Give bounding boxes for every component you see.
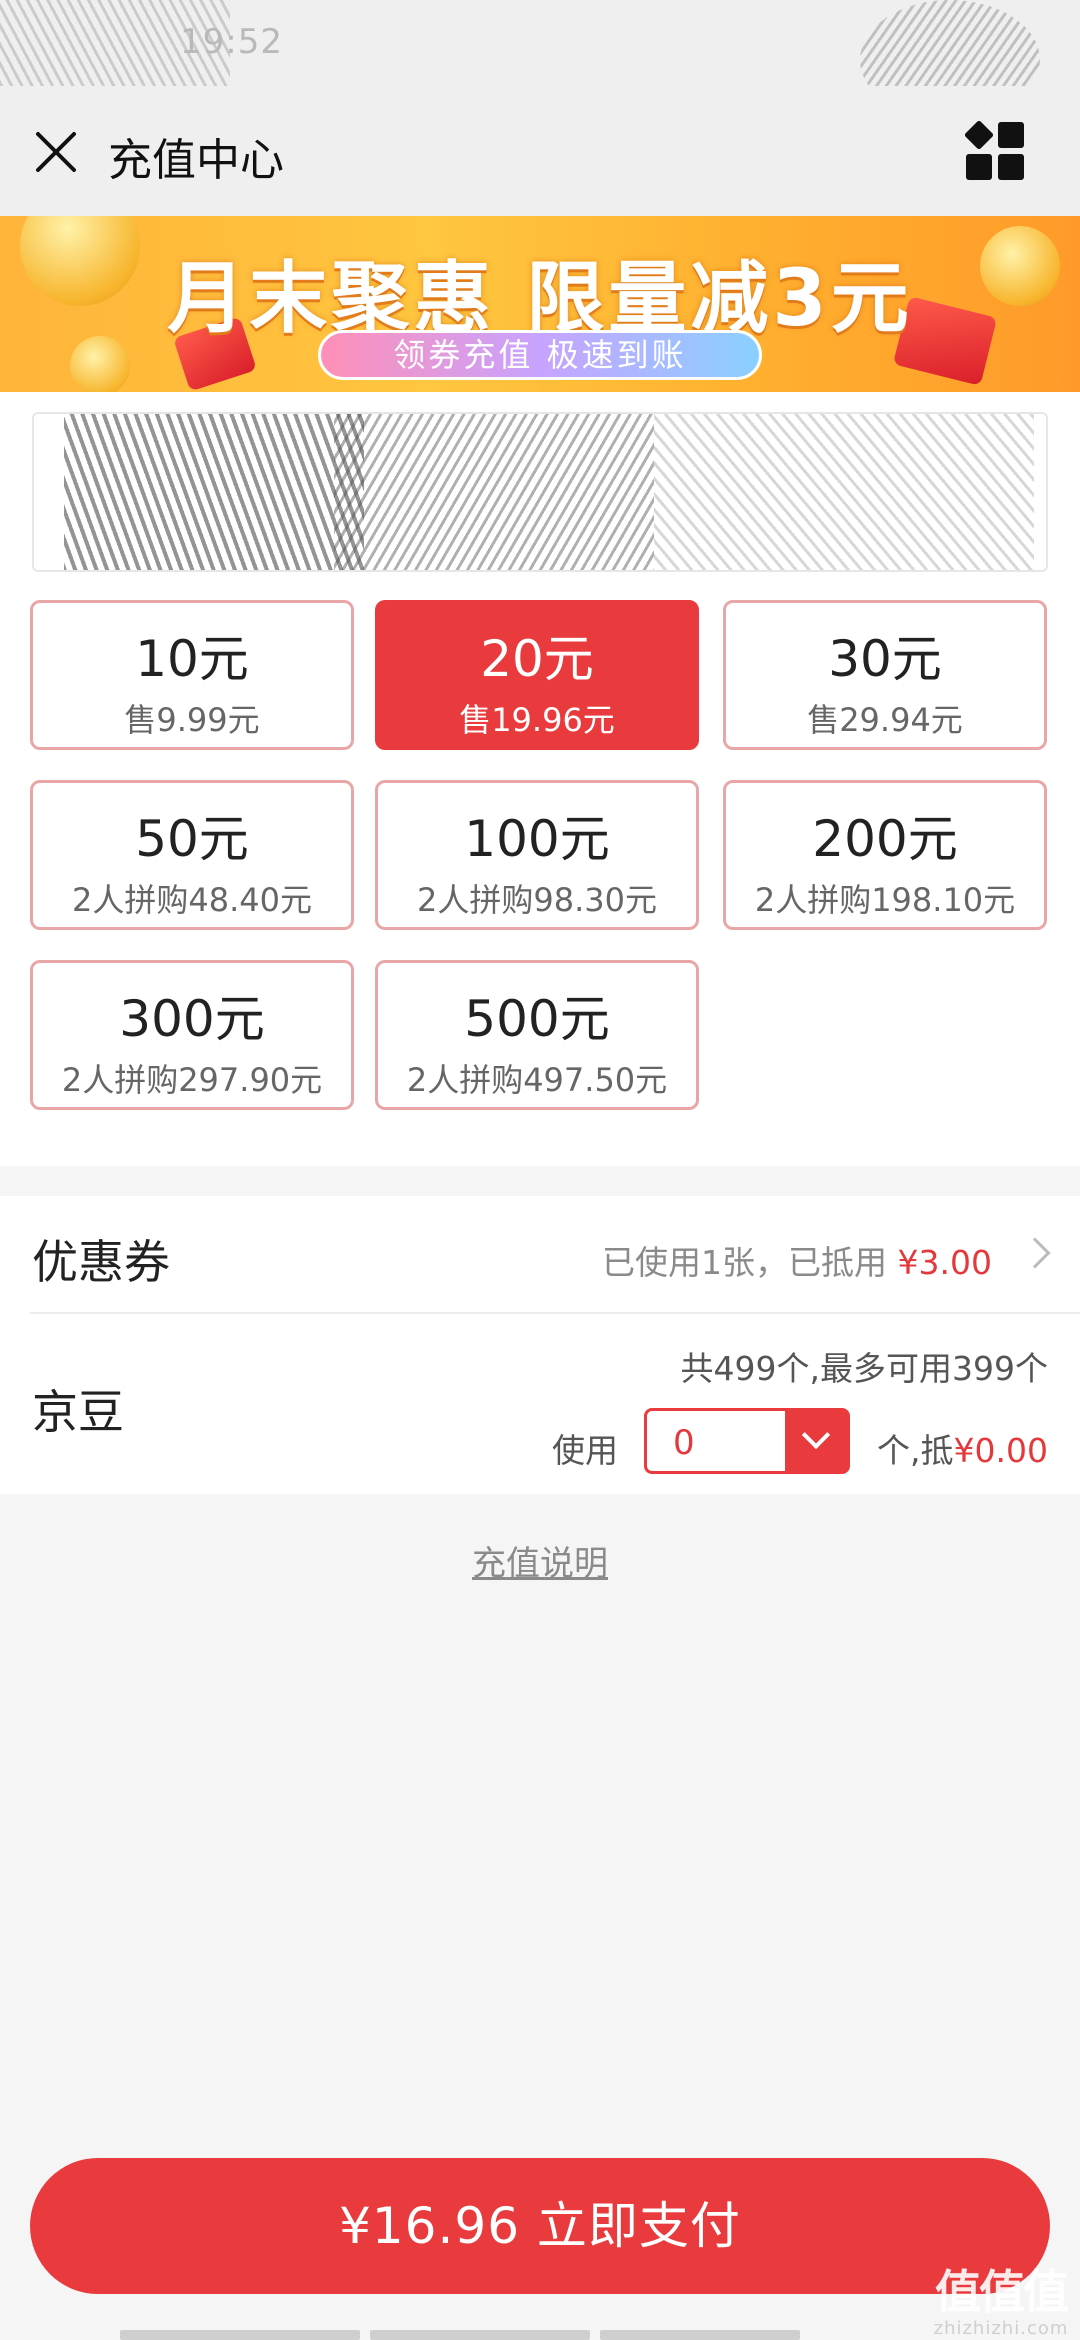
banner-tagline: 领券充值 极速到账 (318, 330, 762, 380)
watermark-logo: 值值值 zhizhizhi.com (928, 2256, 1074, 2339)
amount-face-value: 200元 (812, 810, 958, 868)
amount-face-value: 30元 (828, 630, 942, 688)
recharge-panel: 10元 售9.99元 20元 售19.96元 30元 售29.94元 50元 2… (0, 392, 1080, 1166)
jingdou-label: 京豆 (32, 1385, 124, 1439)
amount-option-30[interactable]: 30元 售29.94元 (723, 600, 1047, 750)
divider (30, 1312, 1080, 1314)
amount-price: 2人拼购98.30元 (417, 881, 657, 919)
close-button[interactable] (28, 124, 84, 180)
amount-face-value: 300元 (119, 990, 265, 1048)
amount-option-50[interactable]: 50元 2人拼购48.40元 (30, 780, 354, 930)
jingdou-amount-select[interactable]: 0 (644, 1408, 850, 1474)
status-bar: 19:52 (0, 0, 1080, 120)
coupon-amount: ¥3.00 (897, 1243, 992, 1282)
jingdou-deduct-amount: ¥0.00 (953, 1431, 1048, 1470)
amount-price: 售9.99元 (124, 701, 260, 739)
coupon-status: 已使用1张，已抵用 ¥3.00 (602, 1236, 992, 1284)
amount-price: 2人拼购497.50元 (406, 1061, 668, 1099)
amount-option-200[interactable]: 200元 2人拼购198.10元 (723, 780, 1047, 930)
redacted-scribble (654, 414, 1034, 570)
amount-face-value: 500元 (464, 990, 610, 1048)
status-time: 19:52 (180, 22, 283, 62)
amount-face-value: 50元 (135, 810, 249, 868)
jingdou-use-label: 使用 (552, 1431, 618, 1470)
amount-face-value: 10元 (135, 630, 249, 688)
close-icon (36, 132, 76, 172)
jingdou-deduction: 个,抵¥0.00 (877, 1424, 1048, 1472)
amount-price: 2人拼购48.40元 (72, 881, 312, 919)
page-title: 充值中心 (108, 135, 284, 186)
chevron-right-icon (1019, 1237, 1051, 1269)
amount-option-10[interactable]: 10元 售9.99元 (30, 600, 354, 750)
watermark-text: 值值值 (935, 2265, 1069, 2319)
amount-option-20[interactable]: 20元 售19.96元 (375, 600, 699, 750)
phone-number-field[interactable] (32, 412, 1048, 572)
amount-price: 2人拼购198.10元 (754, 881, 1016, 919)
amount-option-300[interactable]: 300元 2人拼购297.90元 (30, 960, 354, 1110)
mini-program-menu-button[interactable] (963, 119, 1024, 180)
grid-icon (963, 119, 995, 151)
amount-option-500[interactable]: 500元 2人拼购497.50元 (375, 960, 699, 1110)
jingdou-total: 共499个,最多可用399个 (680, 1349, 1048, 1388)
amount-price: 2人拼购297.90元 (61, 1061, 323, 1099)
pay-now-button[interactable]: ¥16.96 立即支付 (30, 2158, 1050, 2294)
chevron-down-icon[interactable] (785, 1411, 847, 1471)
amount-price: 售19.96元 (459, 701, 615, 739)
coupon-used-text: 已使用1张，已抵用 (602, 1243, 898, 1282)
coupon-label: 优惠券 (32, 1235, 170, 1289)
amount-price: 售29.94元 (807, 701, 963, 739)
jingdou-selected-value: 0 (673, 1423, 695, 1463)
amount-option-100[interactable]: 100元 2人拼购98.30元 (375, 780, 699, 930)
redacted-scribble (64, 414, 364, 570)
payment-options: 优惠券 已使用1张，已抵用 ¥3.00 京豆 共499个,最多可用399个 使用… (0, 1196, 1080, 1494)
title-bar: 充值中心 (0, 86, 1080, 216)
redacted-scribble (334, 414, 654, 570)
jingdou-unit-text: 个,抵 (877, 1431, 954, 1470)
recharge-note-link-wrap: 充值说明 (0, 1536, 1080, 1585)
promo-banner[interactable]: 月末聚惠 限量减3元 领券充值 极速到账 (0, 216, 1080, 392)
navigation-bar (120, 2330, 960, 2340)
amount-face-value: 20元 (480, 630, 594, 688)
recharge-note-link[interactable]: 充值说明 (472, 1544, 608, 1584)
amount-face-value: 100元 (464, 810, 610, 868)
